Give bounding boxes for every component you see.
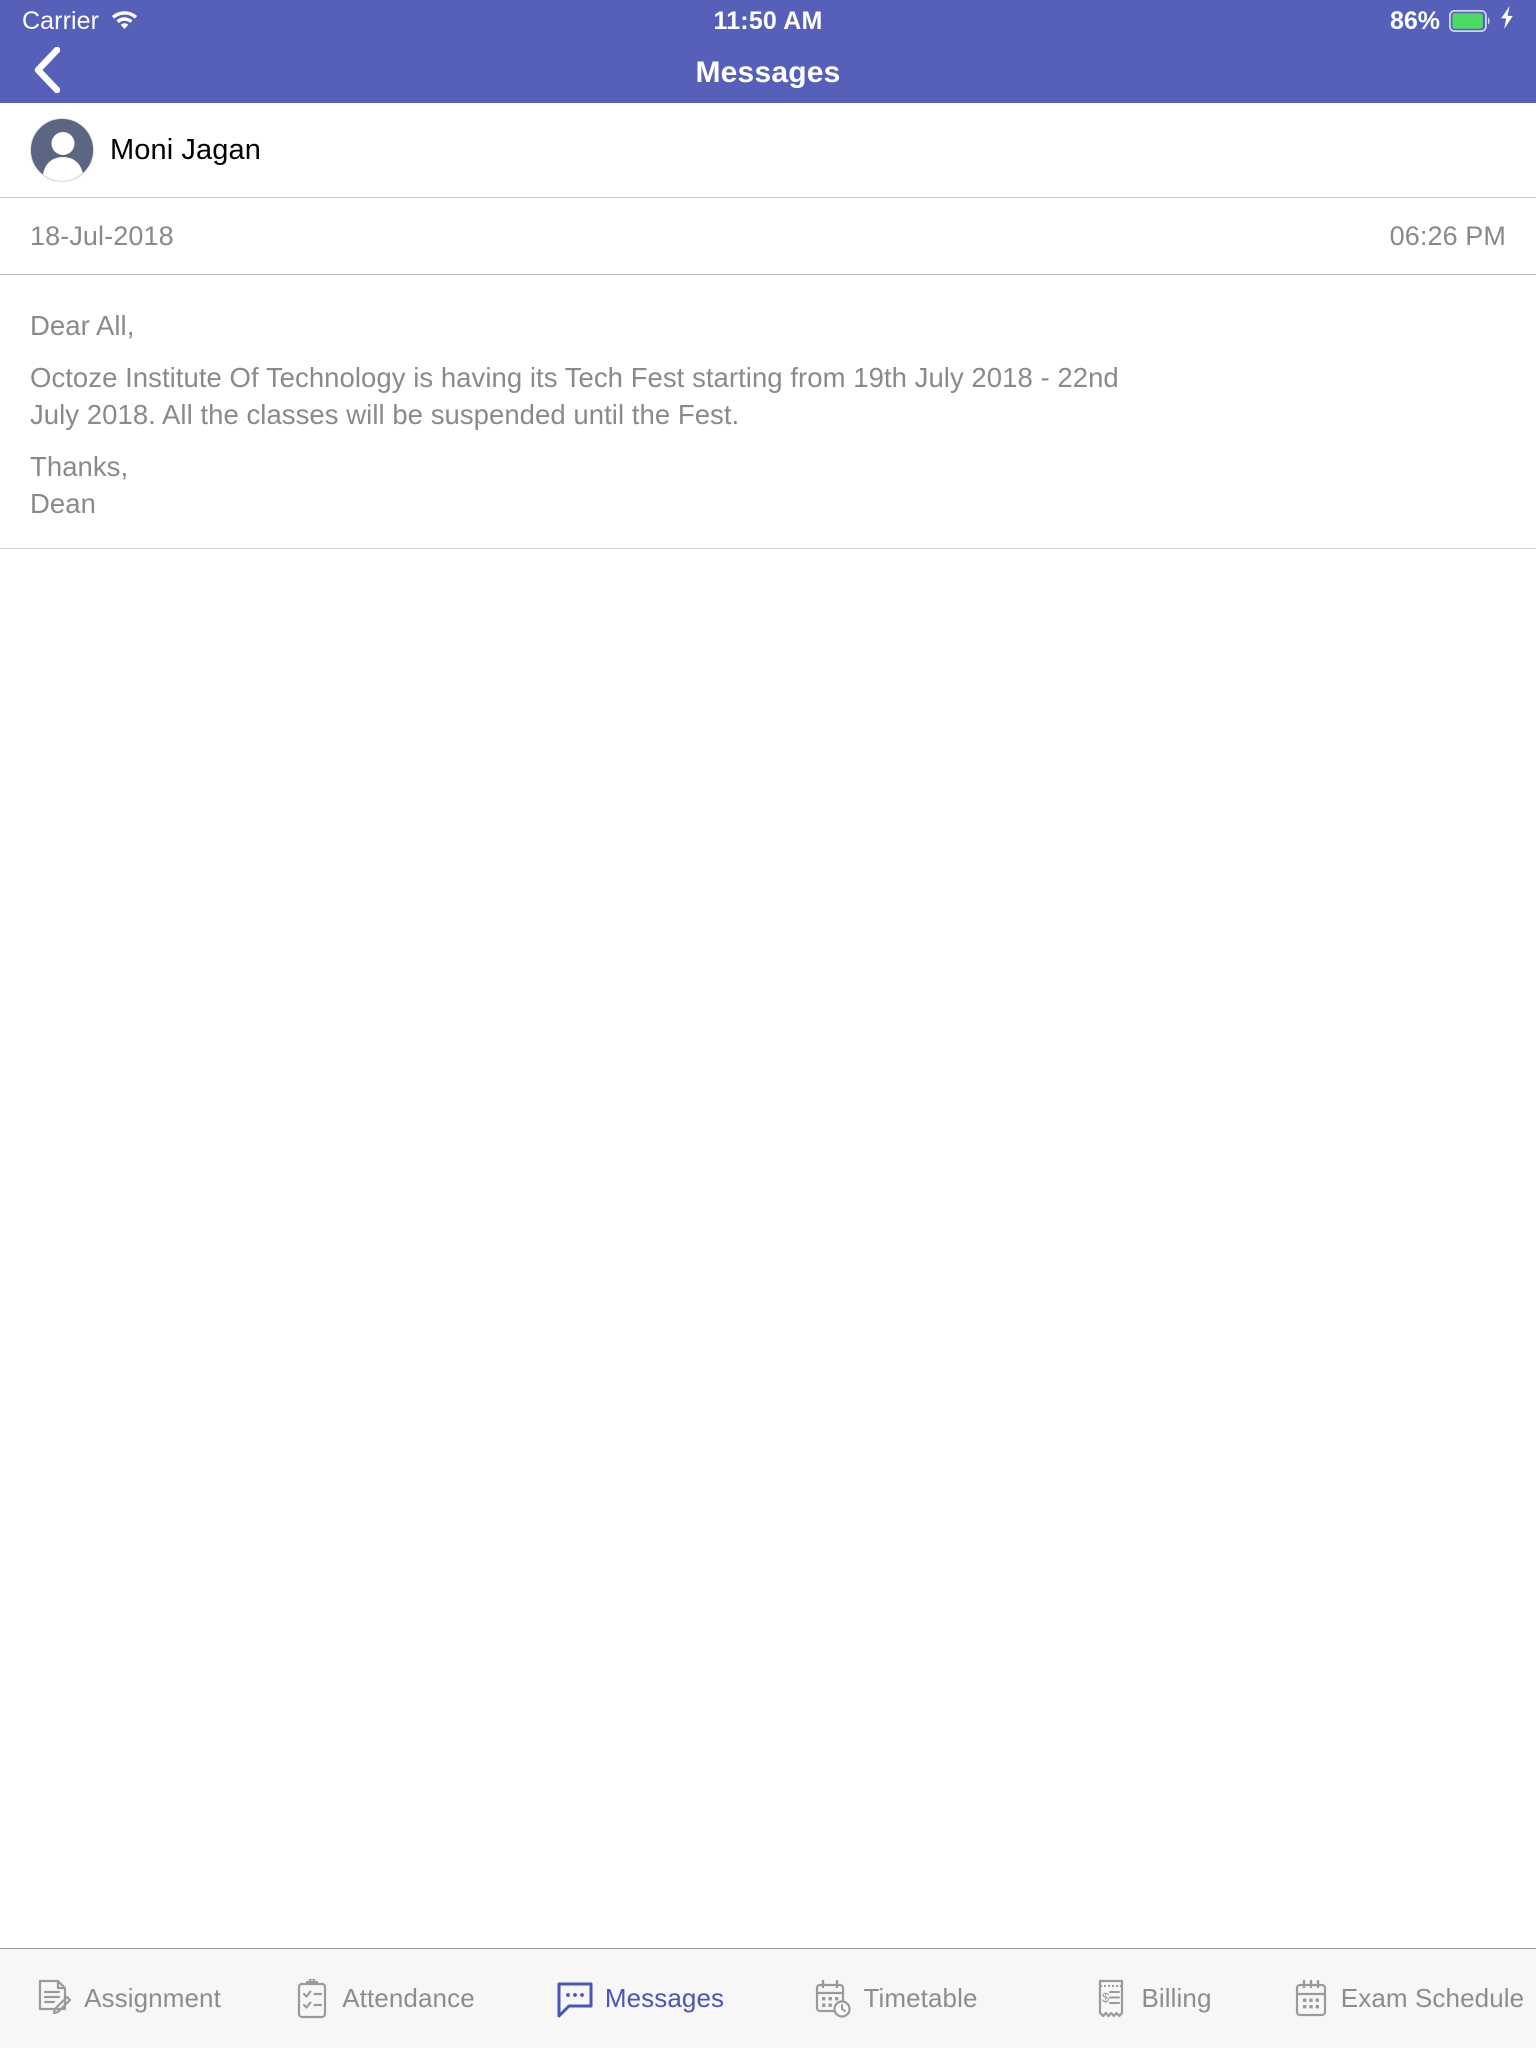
tab-label-messages: Messages: [604, 1983, 725, 2013]
battery-icon: [1449, 10, 1491, 32]
svg-text:$: $: [1102, 1990, 1110, 2005]
wifi-icon: [111, 7, 138, 36]
carrier-label: Carrier: [22, 6, 100, 35]
lightning-bolt-icon: [1500, 6, 1514, 36]
tab-messages[interactable]: Messages: [512, 1949, 768, 2048]
tab-label-attendance: Attendance: [342, 1983, 475, 2013]
message-signoff: Thanks,: [30, 451, 129, 482]
tab-label-assignment: Assignment: [84, 1983, 221, 2013]
avatar: [30, 118, 94, 182]
status-bar-right: 86%: [823, 6, 1514, 36]
sender-row: Moni Jagan: [0, 103, 1536, 198]
page-title: Messages: [695, 55, 841, 89]
bottom-tab-bar: Assignment Attendance Messages Timetable…: [0, 1948, 1536, 2048]
message-body: Dear All, Octoze Institute Of Technology…: [0, 275, 1536, 549]
tab-exam-schedule[interactable]: Exam Schedule: [1280, 1949, 1536, 2048]
message-date: 18-Jul-2018: [30, 220, 174, 251]
tab-label-exam-schedule: Exam Schedule: [1340, 1983, 1525, 2013]
status-bar-left: Carrier: [22, 7, 713, 36]
status-bar: Carrier 11:50 AM 86%: [0, 0, 1536, 42]
status-bar-clock: 11:50 AM: [713, 6, 823, 35]
messages-screen: Carrier 11:50 AM 86% Messages Moni Jagan…: [0, 0, 1536, 2048]
message-signature: Dean: [30, 488, 96, 519]
message-meta-row: 18-Jul-2018 06:26 PM: [0, 198, 1536, 275]
message-greeting: Dear All,: [30, 310, 135, 341]
tab-billing[interactable]: $ Billing: [1024, 1949, 1280, 2048]
back-button[interactable]: [0, 42, 92, 103]
sender-name: Moni Jagan: [110, 133, 261, 166]
calendar-clock-icon: [814, 1978, 852, 2020]
calendar-grid-icon: [1292, 1978, 1330, 2020]
battery-percent-label: 86%: [1389, 6, 1440, 35]
clipboard-checklist-icon: [293, 1978, 331, 2020]
message-paragraph: Octoze Institute Of Technology is having…: [30, 362, 1119, 430]
tab-assignment[interactable]: Assignment: [0, 1949, 256, 2048]
navigation-bar: Messages: [0, 42, 1536, 103]
tab-label-billing: Billing: [1141, 1983, 1212, 2013]
tab-label-timetable: Timetable: [863, 1983, 978, 2013]
receipt-dollar-icon: $: [1092, 1978, 1130, 2020]
tab-attendance[interactable]: Attendance: [256, 1949, 512, 2048]
speech-bubble-icon: [556, 1978, 594, 2020]
tab-timetable[interactable]: Timetable: [768, 1949, 1024, 2048]
message-time: 06:26 PM: [1389, 220, 1506, 251]
message-spacer-1: [30, 344, 1506, 359]
content-empty-area: [0, 549, 1536, 1948]
chevron-left-icon: [33, 46, 60, 98]
message-spacer-2: [30, 433, 1506, 448]
status-bar-center: 11:50 AM: [713, 7, 822, 36]
assignment-document-pencil-icon: [35, 1978, 73, 2020]
